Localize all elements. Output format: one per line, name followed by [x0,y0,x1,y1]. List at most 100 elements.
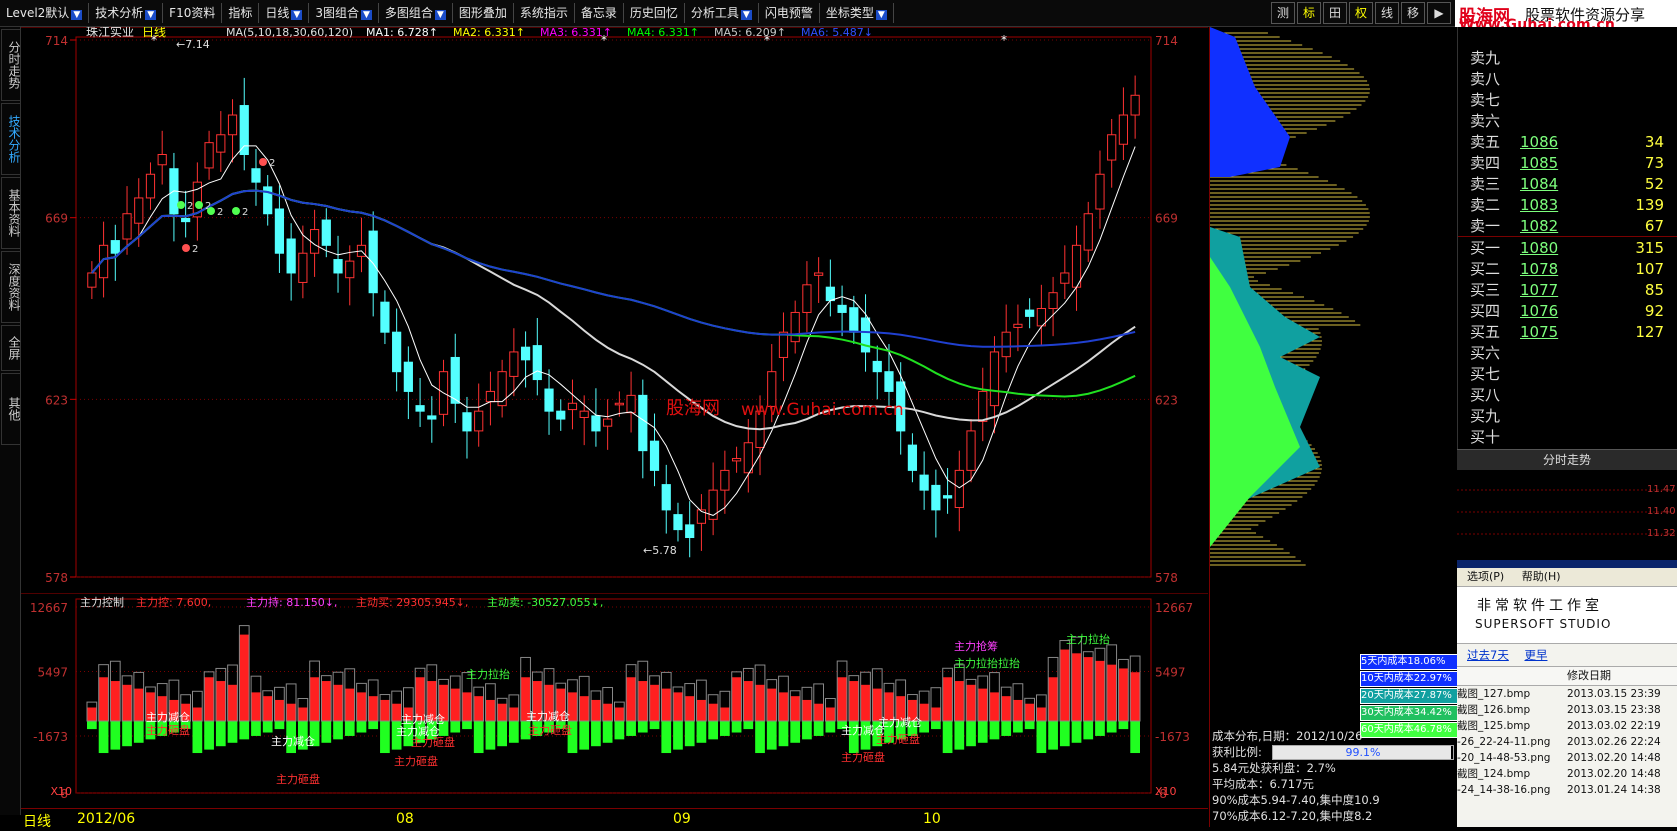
candle-body [145,173,156,199]
bid-row[interactable]: 买五 1075 127 [1458,321,1677,342]
file-row[interactable]: 截图_127.bmp 2013.03.15 23:39 [1457,686,1677,702]
left-tab-3[interactable]: 深度资料 [1,251,21,323]
menu-item-10[interactable]: 历史回忆 [624,3,685,23]
menu-item-6[interactable]: 多图组合 ▼ [379,3,453,23]
bid-row[interactable]: 买一 1080 315 [1458,236,1677,258]
main-force-chart[interactable]: 主力控制 主力控: 7.600, 主力持: 81.150↓, 主动买: 29305.9… [21,593,1208,808]
ask-row[interactable]: 卖五 1086 34 [1458,131,1677,152]
link-earlier[interactable]: 更早 [1524,648,1547,662]
kline-chart[interactable]: 714 714669 669623 623578 578珠江实业 日线 MA(5,10,18… [21,27,1208,592]
ma-value-2: MA2: 6.331↑ [453,27,525,39]
sell-bar [122,721,132,747]
left-tab-1[interactable]: 技术分析 [1,103,21,175]
menu-item-9[interactable]: 备忘录 [575,3,624,23]
bid-row[interactable]: 买二 1078 107 [1458,258,1677,279]
ask-row[interactable]: 卖七 [1458,89,1677,110]
bid-row[interactable]: 买八 [1458,384,1677,405]
sell-bar [497,721,507,747]
minute-tick-1: 11.47 [1647,484,1676,495]
toolbar-tool-1[interactable]: 标 [1297,2,1321,24]
candle-body [368,230,378,294]
menu-item-2[interactable]: F10资料 [163,3,223,23]
menu-item-5[interactable]: 3图组合 ▼ [309,3,379,23]
candle-body [157,154,167,166]
toolbar-tool-2[interactable]: 田 [1323,2,1347,24]
menu-item-3[interactable]: 指标 [222,3,260,23]
menu-item-8[interactable]: 系统指示 [514,3,575,23]
ask-row[interactable]: 卖四 1085 73 [1458,152,1677,173]
left-tab-5[interactable]: 其他 [1,373,21,445]
cost-title: 成本分布,日期：2012/10/26 [1212,729,1363,743]
menu-item-1[interactable]: 技术分析 ▼ [89,3,164,23]
toolbar-tool-5[interactable]: 移 [1401,2,1425,24]
menu-item-0[interactable]: Level2默认 ▼ [0,3,90,23]
order-label: 卖五 [1470,133,1501,151]
sell-bar [614,721,625,740]
file-row[interactable]: -24_14-38-16.png 2013.01.24 14:38 [1457,782,1677,798]
menu-options[interactable]: 选项(P) [1467,570,1504,583]
buy-bar [509,707,519,722]
bid-row[interactable]: 买三 1077 85 [1458,279,1677,300]
sell-bar [462,721,472,730]
dropdown-arrow-icon[interactable]: ▼ [145,10,157,20]
candle-body [87,272,97,288]
sell-bar [251,721,261,736]
menu-item-11[interactable]: 分析工具 ▼ [685,3,759,23]
menu-item-7[interactable]: 图形叠加 [453,3,514,23]
link-past-7-days[interactable]: 过去7天 [1467,648,1509,662]
ask-row[interactable]: 卖一 1082 67 [1458,215,1677,236]
buy-bar [579,696,590,722]
sell-bar [977,721,988,743]
ask-row[interactable]: 卖三 1084 52 [1458,173,1677,194]
file-row[interactable]: 截图_125.bmp 2013.03.02 22:19 [1457,718,1677,734]
file-row[interactable]: -26_22-24-11.png 2013.02.26 22:24 [1457,734,1677,750]
file-name: 截图_125.bmp [1457,720,1531,732]
buy-bar [649,684,660,722]
candle-body [321,219,331,246]
period-label[interactable]: 日线 [23,811,51,831]
dropdown-arrow-icon[interactable]: ▼ [740,10,752,20]
candle-body [485,390,496,403]
buy-bar [977,688,988,722]
bid-row[interactable]: 买七 [1458,363,1677,384]
bid-row[interactable]: 买九 [1458,405,1677,426]
bid-row[interactable]: 买六 [1458,342,1677,363]
toolbar-tool-6[interactable]: ▶ [1427,2,1451,24]
file-row[interactable]: 截图_126.bmp 2013.03.15 23:38 [1457,702,1677,718]
dropdown-arrow-icon[interactable]: ▼ [71,10,83,20]
toolbar-tool-0[interactable]: 测 [1271,2,1295,24]
candle-body [1013,323,1023,328]
menu-item-4[interactable]: 日线 ▼ [259,3,310,23]
ask-row[interactable]: 卖六 [1458,110,1677,131]
dropdown-arrow-icon[interactable]: ▼ [875,10,887,20]
menu-help[interactable]: 帮助(H) [1522,570,1561,583]
annotation-7: 主力拉抬 [466,667,510,681]
left-tab-4[interactable]: 全屏 [1,325,21,371]
left-tab-2[interactable]: 基本资料 [1,177,21,249]
minute-panel-title[interactable]: 分时走势 [1457,449,1677,470]
dropdown-arrow-icon[interactable]: ▼ [434,10,446,20]
left-tab-0[interactable]: 分时走势 [1,29,21,101]
menu-item-label: F10资料 [169,6,216,20]
dropdown-arrow-icon[interactable]: ▼ [360,10,372,20]
buy-bar [286,703,296,722]
candle-body [661,484,671,511]
candle-body [603,418,613,427]
candle-body [1130,94,1140,116]
toolbar-tool-3[interactable]: 权 [1349,2,1373,24]
candle-body [966,430,976,471]
candle-body [591,415,601,432]
bid-row[interactable]: 买十 [1458,426,1677,447]
col-modified-date[interactable]: 修改日期 [1567,667,1611,685]
menu-item-12[interactable]: 闪电预警 [759,3,820,23]
file-row[interactable]: -20_14-48-53.png 2013.02.20 14:48 [1457,750,1677,766]
toolbar-tool-4[interactable]: 线 [1375,2,1399,24]
file-row[interactable]: 截图_124.bmp 2013.02.20 14:48 [1457,766,1677,782]
bid-row[interactable]: 买四 1076 92 [1458,300,1677,321]
dropdown-arrow-icon[interactable]: ▼ [291,10,303,20]
sell-bar [1036,721,1047,754]
ask-row[interactable]: 卖九 [1458,47,1677,68]
ask-row[interactable]: 卖八 [1458,68,1677,89]
menu-item-13[interactable]: 坐标类型 ▼ [820,3,894,23]
ask-row[interactable]: 卖二 1083 139 [1458,194,1677,215]
